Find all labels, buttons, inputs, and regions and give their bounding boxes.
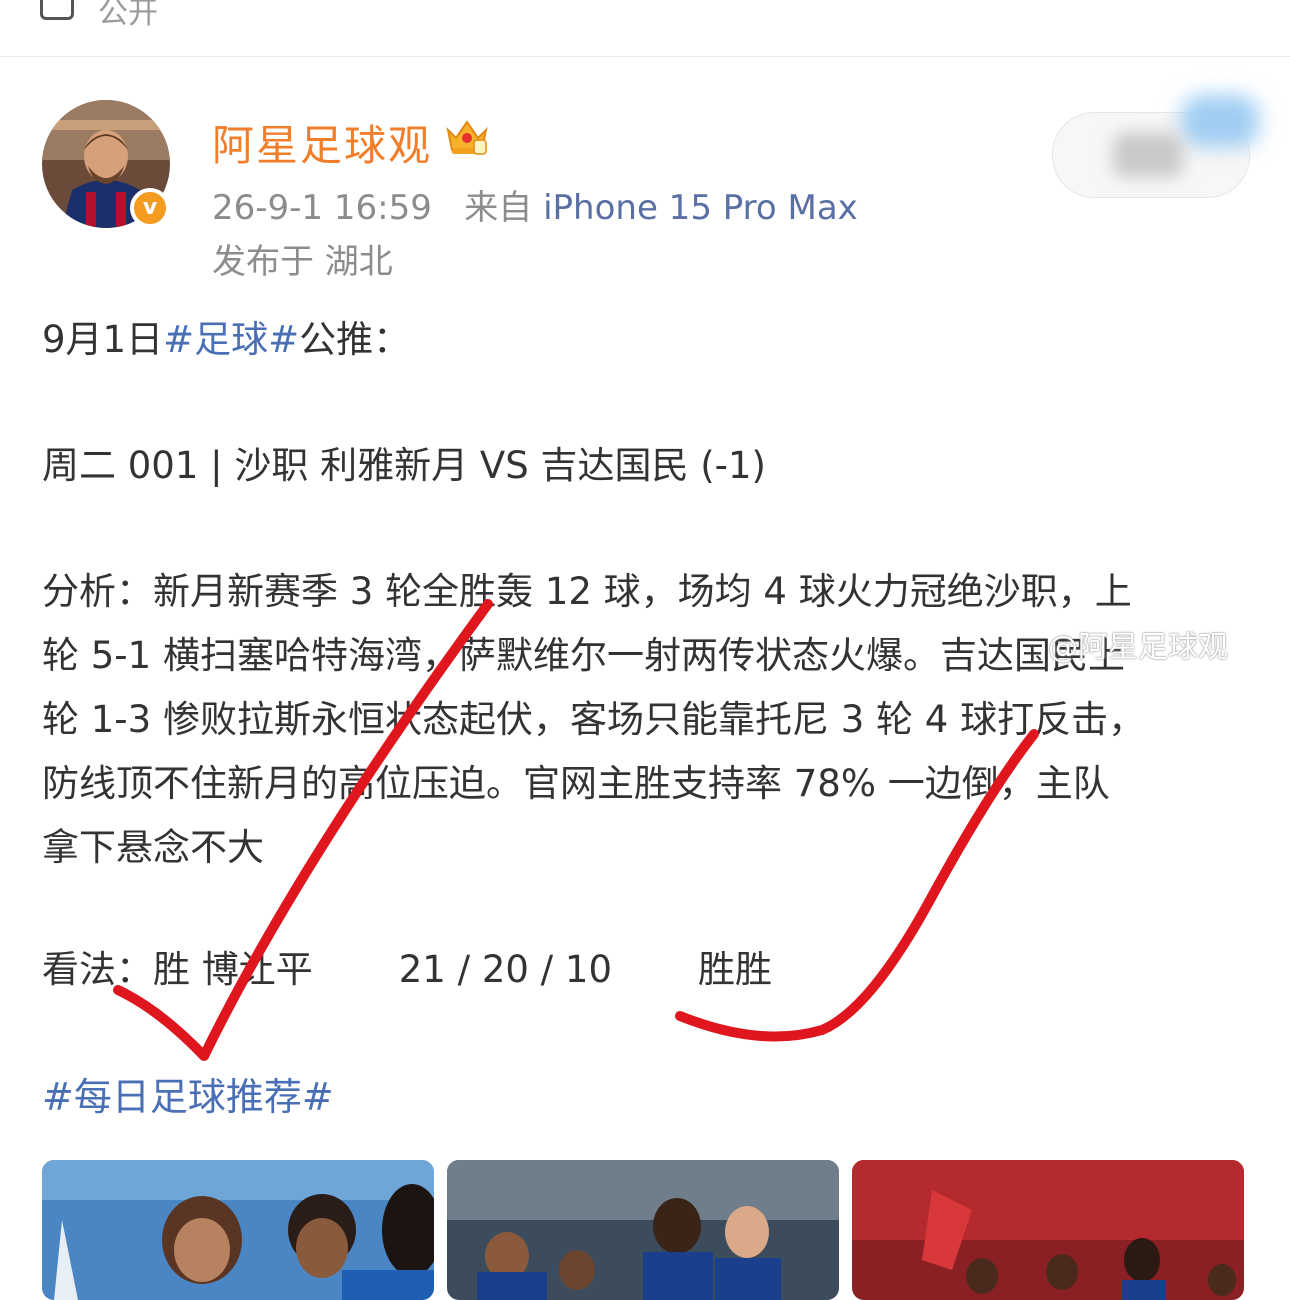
top-bar: 公开 (0, 0, 1290, 57)
analysis-line-5: 拿下悬念不大 (42, 826, 264, 869)
analysis-line-1: 分析：新月新赛季 3 轮全胜轰 12 球，场均 4 球火力冠绝沙职，上 (42, 570, 1132, 613)
post-location: 发布于 湖北 (212, 242, 393, 282)
analysis-line-4: 防线顶不住新月的高位压迫。官网主胜支持率 78% 一边倒，主队 (42, 762, 1110, 805)
topic-tag-football[interactable]: #足球# (163, 318, 299, 361)
view-score: 21 / 20 / 10 (398, 948, 612, 991)
follow-button[interactable] (1052, 95, 1259, 198)
post-photo-3[interactable] (852, 1160, 1244, 1300)
post-line-date: 9月1日#足球#公推： (42, 318, 411, 361)
device-link[interactable]: iPhone 15 Pro Max (543, 188, 858, 228)
watermark: @阿星足球观 (1048, 630, 1228, 665)
topic-tag-daily[interactable]: #每日足球推荐# (42, 1066, 334, 1121)
post-time: 26-9-1 16:59 (212, 188, 432, 228)
public-checkbox[interactable] (40, 0, 74, 20)
analysis-line-2: 轮 5-1 横扫塞哈特海湾，萨默维尔一射两传状态火爆。吉达国民上 (42, 634, 1125, 677)
view-result: 胜胜 (698, 948, 772, 991)
public-label: 公开 (98, 0, 158, 31)
verified-badge-icon: v (130, 188, 170, 228)
crown-member-icon (446, 120, 488, 155)
blurred-label (1113, 133, 1183, 177)
author-name[interactable]: 阿星足球观 (212, 112, 432, 173)
post-photo-2[interactable] (447, 1160, 839, 1300)
post-photo-1[interactable] (42, 1160, 434, 1300)
post-line-match: 周二 001 | 沙职 利雅新月 VS 吉达国民 (-1) (42, 444, 766, 487)
post-meta: 26-9-1 16:59 来自 iPhone 15 Pro Max (212, 180, 858, 229)
analysis-line-3: 轮 1-3 惨败拉斯永恒状态起伏，客场只能靠托尼 3 轮 4 球打反击， (42, 698, 1146, 741)
view-label: 看法：胜 博让平 (42, 948, 313, 991)
avatar[interactable]: v (42, 100, 170, 228)
blurred-badge (1181, 95, 1259, 147)
view-line: 看法：胜 博让平 21 / 20 / 10 胜胜 (42, 938, 772, 1002)
from-label: 来自 (464, 188, 533, 228)
